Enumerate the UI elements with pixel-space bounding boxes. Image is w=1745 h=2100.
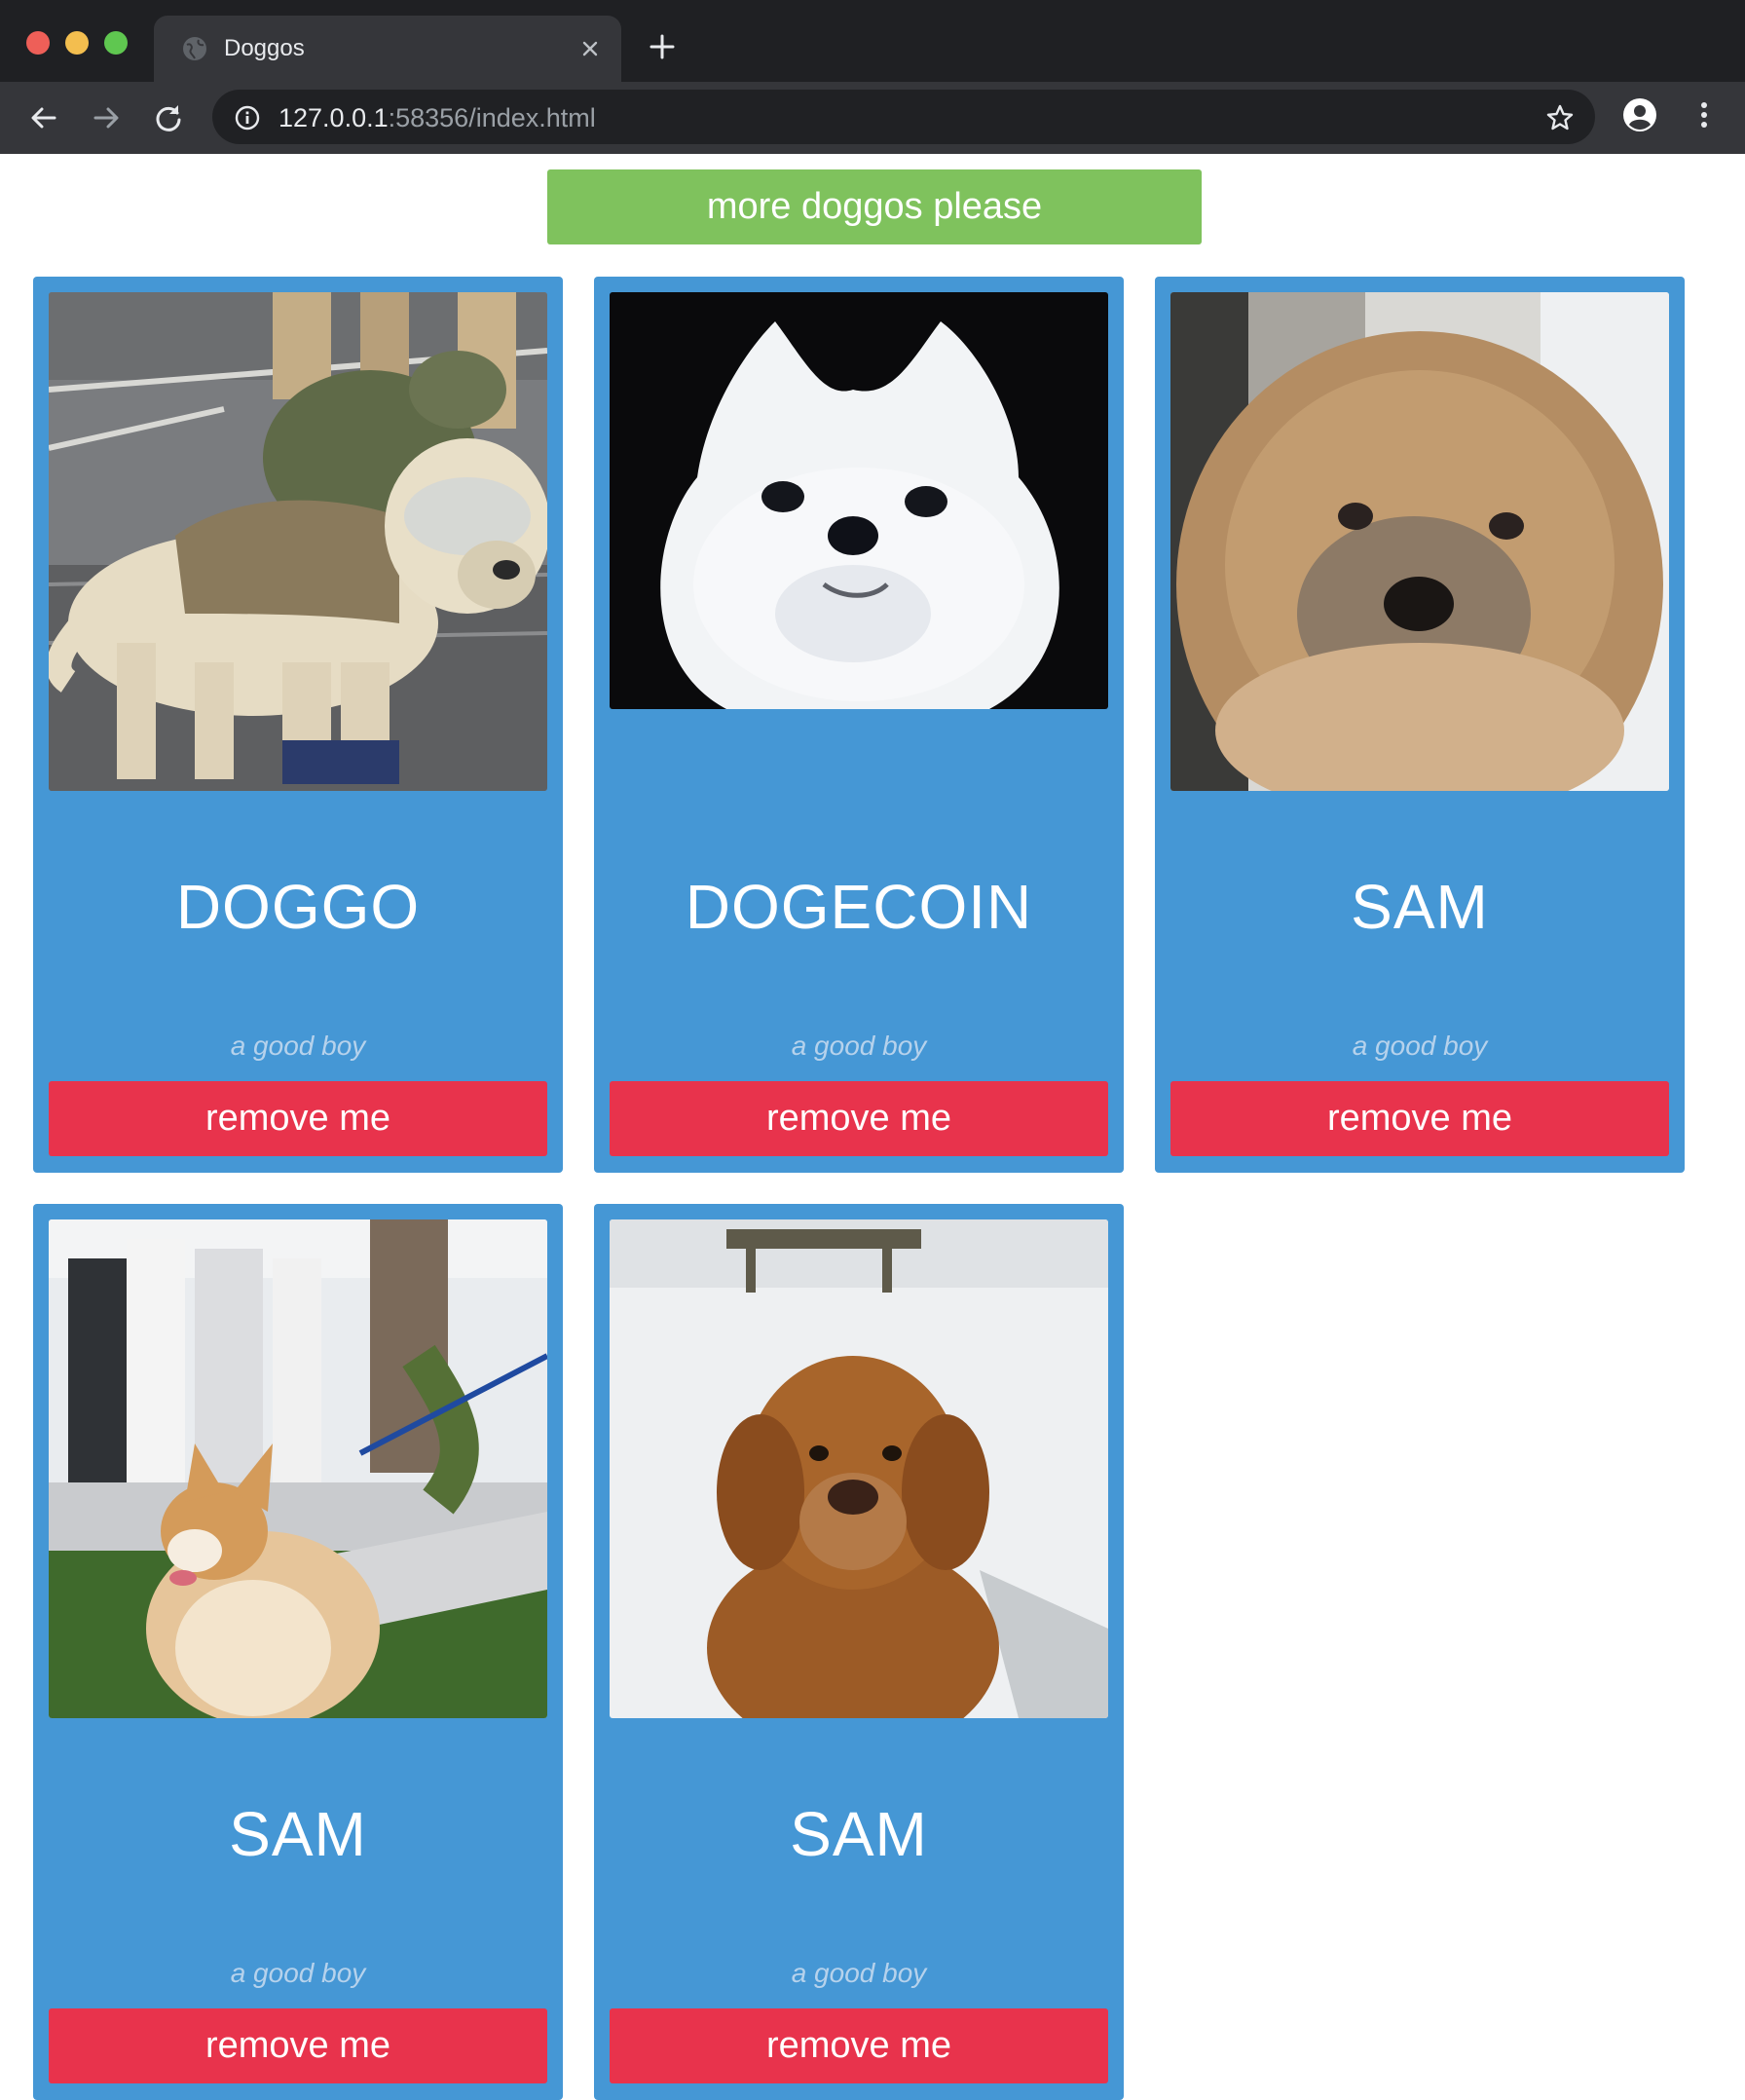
remove-button[interactable]: remove me — [49, 1081, 547, 1156]
dog-description: a good boy — [230, 1031, 366, 1061]
url-path: :58356/index.html — [388, 103, 596, 132]
minimize-window-button[interactable] — [65, 31, 89, 55]
forward-arrow-icon[interactable] — [90, 101, 123, 134]
dog-description: a good boy — [1352, 1031, 1488, 1061]
chow-puppy-photo — [1170, 292, 1669, 791]
tab-title: Doggos — [224, 35, 305, 61]
dog-description: a good boy — [791, 1031, 927, 1061]
remove-button[interactable]: remove me — [49, 2008, 547, 2083]
dog-description: a good boy — [791, 1958, 927, 1988]
dog-card: DOGGO a good boy remove me — [33, 277, 563, 1173]
dog-card: DOGECOIN a good boy remove me — [594, 277, 1124, 1173]
profile-avatar-icon[interactable] — [1622, 97, 1657, 132]
browser-tab-strip: Doggos — [0, 0, 1745, 82]
dog-description: a good boy — [230, 1958, 366, 1988]
golden-retriever-snow-photo — [610, 1219, 1108, 1718]
more-doggos-button[interactable]: more doggos please — [547, 169, 1202, 244]
rescue-labrador-photo — [49, 292, 547, 791]
new-tab-icon[interactable] — [647, 31, 678, 62]
address-bar[interactable]: 127.0.0.1:58356/index.html — [212, 90, 1595, 144]
remove-button[interactable]: remove me — [610, 2008, 1108, 2083]
corgi-photo — [49, 1219, 547, 1718]
bookmark-star-icon[interactable] — [1544, 102, 1576, 133]
dog-name: DOGGO — [175, 872, 421, 942]
info-icon[interactable] — [234, 104, 261, 131]
close-window-button[interactable] — [26, 31, 50, 55]
url-host: 127.0.0.1 — [278, 103, 389, 132]
back-arrow-icon[interactable] — [27, 101, 60, 134]
remove-button[interactable]: remove me — [1170, 1081, 1669, 1156]
dog-card: SAM a good boy remove me — [33, 1204, 563, 2100]
dog-name: DOGECOIN — [685, 872, 1033, 942]
reload-icon[interactable] — [152, 101, 185, 134]
url-text[interactable]: 127.0.0.1:58356/index.html — [278, 103, 596, 133]
dog-card: SAM a good boy remove me — [1155, 277, 1685, 1173]
close-tab-icon[interactable] — [576, 35, 604, 62]
dog-card: SAM a good boy remove me — [594, 1204, 1124, 2100]
dog-name: SAM — [790, 1799, 928, 1869]
maximize-window-button[interactable] — [104, 31, 128, 55]
dog-name: SAM — [229, 1799, 367, 1869]
browser-toolbar: 127.0.0.1:58356/index.html — [0, 82, 1745, 154]
white-spitz-photo — [610, 292, 1108, 709]
more-menu-icon[interactable] — [1687, 97, 1722, 132]
dog-name: SAM — [1351, 872, 1489, 942]
browser-tab[interactable]: Doggos — [154, 16, 621, 82]
remove-button[interactable]: remove me — [610, 1081, 1108, 1156]
globe-icon — [183, 37, 206, 60]
